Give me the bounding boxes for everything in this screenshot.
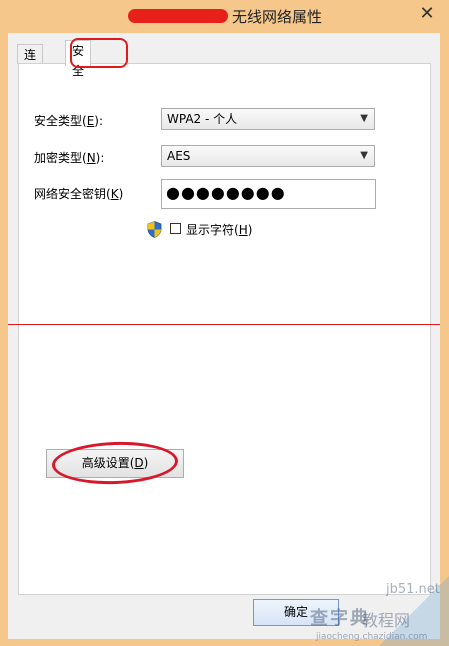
encryption-type-select[interactable]: AES ▼ [161,145,375,167]
close-icon[interactable]: ✕ [415,4,439,24]
annotation-circle-advanced [51,439,179,487]
network-key-input[interactable]: ●●●●●●●● [161,179,376,209]
security-type-label: 安全类型(E): [34,114,104,128]
dialog-client: 连接 安全 安全类型(E): WPA2 - 个人 ▼ 加密类型(N): AES … [8,33,440,639]
title-redaction [128,9,228,23]
encryption-type-label: 加密类型(N): [34,151,105,165]
encryption-type-value: AES [167,149,191,163]
chevron-down-icon: ▼ [360,113,368,124]
security-type-select[interactable]: WPA2 - 个人 ▼ [161,108,375,130]
annotation-red-line [8,324,440,325]
properties-window: 无线网络属性 ✕ 连接 安全 安全类型(E): WPA2 - 个人 ▼ 加密类型… [0,0,449,646]
window-title: 无线网络属性 [232,8,323,26]
security-tab-page: 安全类型(E): WPA2 - 个人 ▼ 加密类型(N): AES ▼ 网络安全… [18,63,431,595]
show-characters-label[interactable]: 显示字符(H) [186,221,252,238]
show-characters-checkbox[interactable] [170,223,181,234]
uac-shield-icon [147,221,162,238]
title-bar[interactable]: 无线网络属性 ✕ [0,0,449,33]
ok-button[interactable]: 确定 [253,599,339,626]
security-type-value: WPA2 - 个人 [167,112,238,126]
tab-connection[interactable]: 连接 [17,44,44,82]
annotation-circle-tab [70,38,128,68]
network-key-label: 网络安全密钥(K) [34,187,124,201]
chevron-down-icon: ▼ [360,150,368,161]
